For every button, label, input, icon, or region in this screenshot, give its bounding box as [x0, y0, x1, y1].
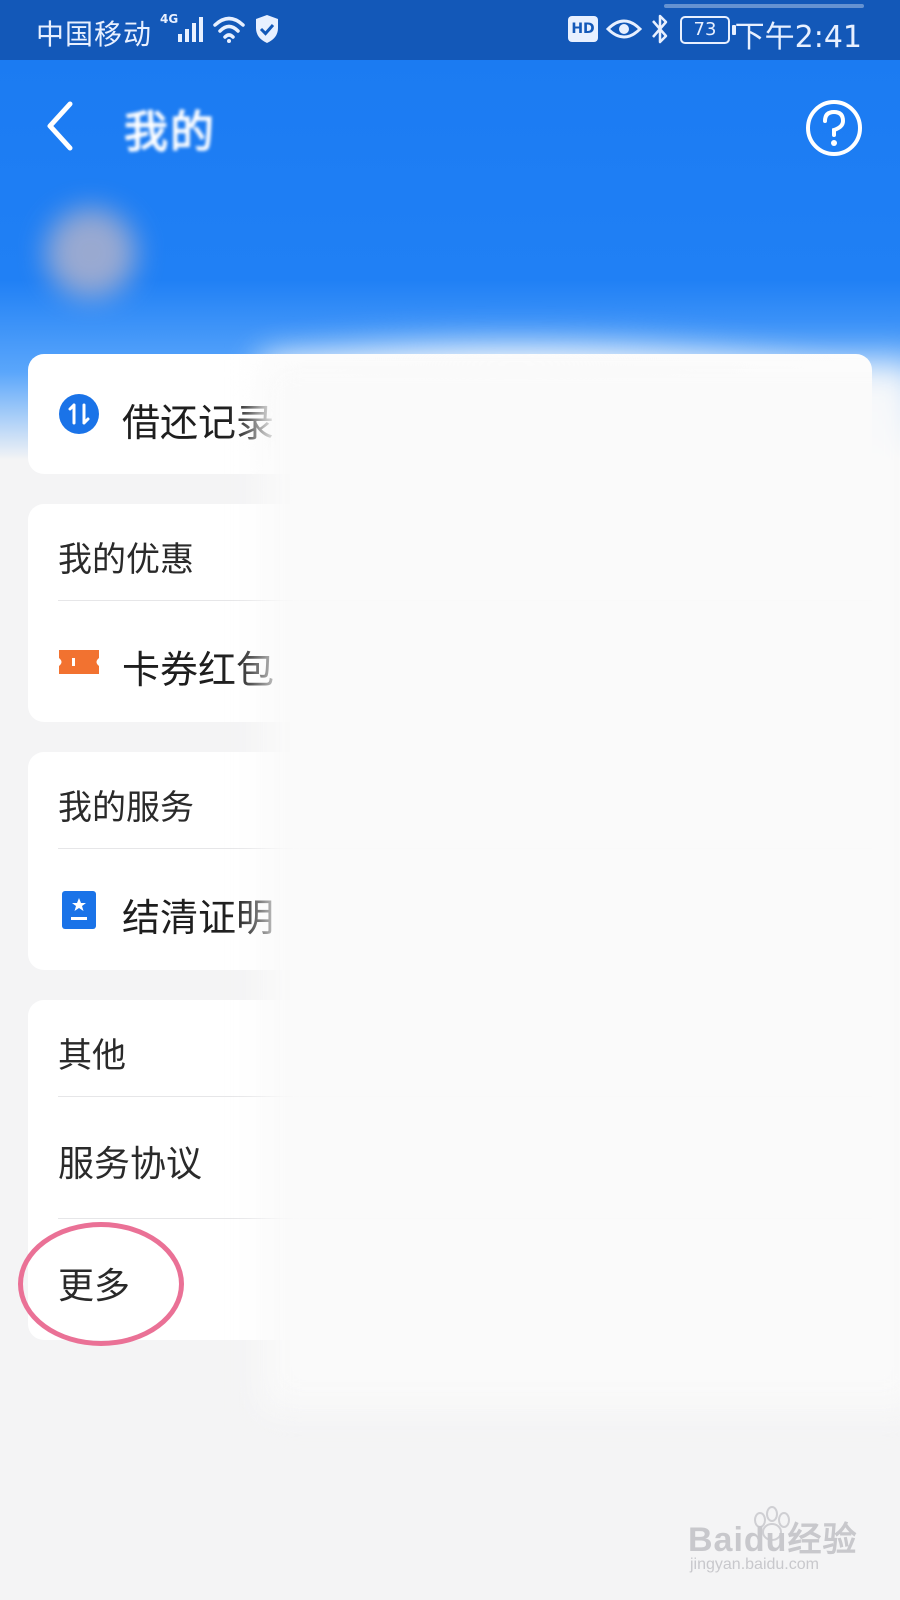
battery-indicator: 73: [680, 16, 736, 44]
coupons-label: 卡券红包: [122, 648, 275, 692]
status-bar: 中国移动 4G HD 73 下午2:41: [0, 0, 900, 60]
other-section-title: 其他: [58, 1036, 126, 1076]
settlement-proof-label: 结清证明: [122, 896, 275, 940]
page-title: 我的: [124, 107, 216, 158]
eye-comfort-icon: [606, 19, 642, 39]
coupon-ticket-icon: [59, 650, 99, 674]
records-label: 借还记录: [122, 401, 275, 445]
signal-icon: [178, 17, 203, 42]
watermark-brand: Baidu经验: [688, 1521, 858, 1559]
discounts-section-title: 我的优惠: [58, 540, 194, 580]
annotation-circle: [18, 1222, 184, 1346]
gesture-hint: [664, 4, 864, 8]
question-circle-icon[interactable]: [804, 98, 864, 158]
hd-badge: HD: [568, 16, 598, 42]
transfer-arrows-icon: [59, 394, 99, 434]
certificate-icon: [62, 891, 96, 929]
bluetooth-icon: [652, 14, 668, 44]
service-agreement-label: 服务协议: [58, 1144, 203, 1185]
watermark-url: jingyan.baidu.com: [690, 1556, 819, 1573]
wifi-icon: [213, 16, 245, 43]
services-section-title: 我的服务: [58, 788, 194, 828]
shield-icon: [256, 15, 278, 43]
blur-mask: [262, 360, 900, 1410]
status-time: 下午2:41: [734, 20, 862, 55]
carrier-name: 中国移动: [36, 18, 153, 51]
avatar[interactable]: [46, 208, 136, 298]
chevron-left-icon[interactable]: [40, 96, 80, 156]
